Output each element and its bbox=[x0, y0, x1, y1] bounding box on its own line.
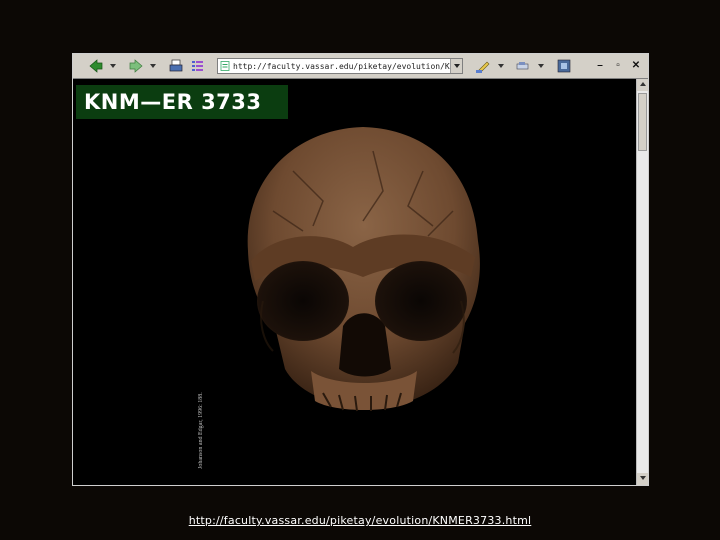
toc-icon bbox=[192, 61, 203, 71]
restore-button[interactable]: ▫ bbox=[610, 59, 626, 73]
window-controls: – ▫ ✕ bbox=[590, 59, 644, 73]
skull-photo bbox=[247, 127, 480, 412]
back-icon bbox=[89, 59, 103, 73]
page-icon bbox=[220, 61, 230, 71]
search-button[interactable] bbox=[515, 57, 533, 75]
address-dropdown-button[interactable] bbox=[450, 59, 462, 73]
chevron-down-icon bbox=[110, 64, 116, 68]
print-icon bbox=[169, 59, 183, 72]
search-icon bbox=[516, 62, 529, 70]
page-content: KNM—ER 3733 Johanson and Edgar, 1996: 18… bbox=[73, 79, 636, 485]
chevron-down-icon bbox=[498, 64, 504, 68]
scroll-up-button[interactable] bbox=[637, 79, 648, 91]
contents-button[interactable] bbox=[189, 57, 207, 75]
scrollbar-thumb[interactable] bbox=[638, 93, 647, 151]
source-link[interactable]: http://faculty.vassar.edu/piketay/evolut… bbox=[0, 514, 720, 527]
edit-button[interactable] bbox=[475, 57, 493, 75]
chevron-down-icon bbox=[538, 64, 544, 68]
scroll-down-button[interactable] bbox=[637, 473, 648, 485]
vertical-scrollbar[interactable] bbox=[636, 79, 648, 485]
photo-credit: Johanson and Edgar, 1996: 188. bbox=[198, 392, 204, 469]
chevron-down-icon bbox=[150, 64, 156, 68]
minimize-button[interactable]: – bbox=[592, 59, 608, 73]
edit-icon bbox=[476, 61, 490, 73]
browser-toolbar: http://faculty.vassar.edu/piketay/evolut… bbox=[73, 54, 648, 79]
back-button[interactable] bbox=[87, 57, 105, 75]
browser-window: http://faculty.vassar.edu/piketay/evolut… bbox=[72, 53, 649, 486]
address-url: http://faculty.vassar.edu/piketay/evolut… bbox=[233, 61, 450, 71]
edit-dropdown-button[interactable] bbox=[497, 57, 505, 75]
home-button[interactable] bbox=[555, 57, 573, 75]
close-button[interactable]: ✕ bbox=[628, 59, 644, 73]
chevron-up-icon bbox=[639, 82, 646, 86]
chevron-down-icon bbox=[639, 476, 646, 480]
address-bar[interactable]: http://faculty.vassar.edu/piketay/evolut… bbox=[217, 58, 463, 74]
forward-icon bbox=[129, 59, 143, 73]
forward-button[interactable] bbox=[127, 57, 145, 75]
back-dropdown-button[interactable] bbox=[109, 57, 117, 75]
chevron-down-icon bbox=[453, 64, 460, 68]
print-button[interactable] bbox=[167, 57, 185, 75]
slide-background: http://faculty.vassar.edu/piketay/evolut… bbox=[0, 0, 720, 540]
search-dropdown-button[interactable] bbox=[537, 57, 545, 75]
home-icon bbox=[557, 59, 571, 73]
forward-dropdown-button[interactable] bbox=[149, 57, 157, 75]
